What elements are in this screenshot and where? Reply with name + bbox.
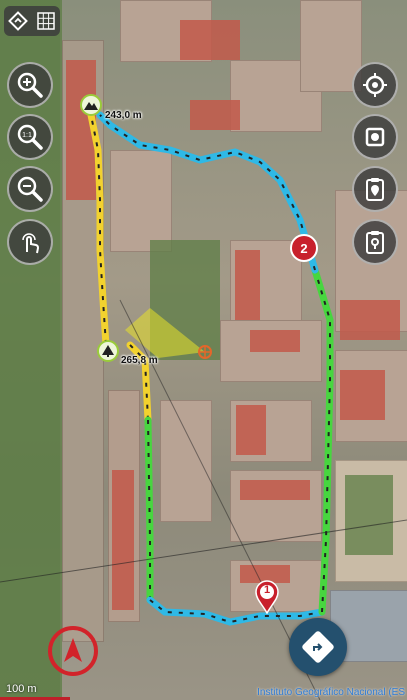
route-marker-2-label: 2 <box>300 240 308 256</box>
grid-icon <box>37 12 55 30</box>
record-stop-button[interactable] <box>352 114 398 160</box>
waypoint-location-button[interactable] <box>352 219 398 265</box>
scale-label: 100 m <box>6 683 37 695</box>
route-marker-1-label: 1 <box>263 584 271 596</box>
map-view[interactable]: 243,0 m 265,8 m 2 1 <box>0 0 407 700</box>
compass-arrow-icon <box>64 638 82 662</box>
zoom-1to1-icon: 1:1 <box>17 124 43 150</box>
svg-text:1:1: 1:1 <box>22 132 32 139</box>
zoom-out-icon <box>17 176 43 202</box>
zoom-out-button[interactable] <box>7 166 53 212</box>
zoom-1to1-button[interactable]: 1:1 <box>7 114 53 160</box>
start-elevation-label: 243,0 m <box>105 110 142 121</box>
waypoint-list-button[interactable] <box>352 166 398 212</box>
route-track <box>0 106 407 700</box>
map-layers-button[interactable] <box>4 6 60 36</box>
record-stop-icon <box>365 127 385 147</box>
touch-mode-button[interactable] <box>7 219 53 265</box>
locate-target-icon <box>363 73 387 97</box>
waypoint-location-icon <box>366 231 384 254</box>
navigate-icon <box>301 630 335 664</box>
waypoint-list-icon <box>366 178 384 201</box>
touch-mode-icon <box>22 233 39 254</box>
compass-button[interactable] <box>48 626 98 676</box>
locate-button[interactable] <box>352 62 398 108</box>
diamond-arrow-icon <box>8 11 28 31</box>
start-waypoint[interactable] <box>80 94 102 116</box>
route-marker-1[interactable]: 1 <box>254 580 280 614</box>
navigate-button[interactable] <box>289 618 347 676</box>
map-scale: 100 m <box>0 678 72 700</box>
zoom-in-button[interactable] <box>7 62 53 108</box>
zoom-in-icon <box>17 72 43 98</box>
route-marker-2[interactable]: 2 <box>290 234 318 262</box>
tree-icon <box>102 345 114 357</box>
summit-elevation-label: 265,8 m <box>121 355 158 366</box>
map-attribution[interactable]: Instituto Geográfico Nacional (ES <box>257 687 405 698</box>
mountain-icon <box>84 102 98 110</box>
summit-waypoint[interactable] <box>97 340 119 362</box>
